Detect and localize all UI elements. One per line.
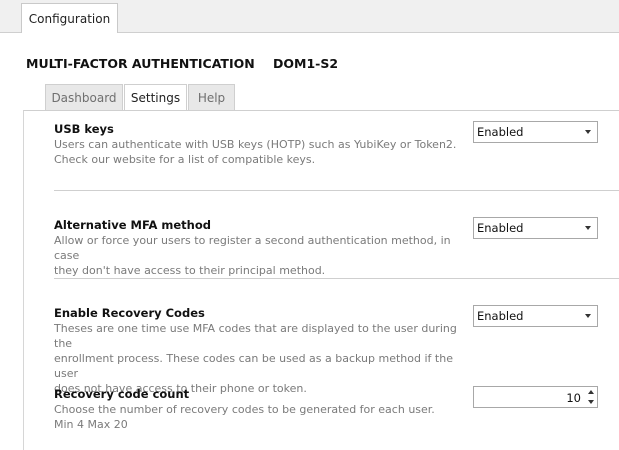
setting-alternative-mfa-desc-line-2: they don't have access to their principa… <box>54 264 326 277</box>
chevron-down-icon <box>585 130 591 134</box>
tab-settings[interactable]: Settings <box>124 84 187 112</box>
chevron-down-icon <box>585 226 591 230</box>
setting-recovery-codes-title: Enable Recovery Codes <box>54 306 205 320</box>
stepper-up-icon[interactable] <box>588 390 594 394</box>
setting-usb-keys-desc-line-2: Check our website for a list of compatib… <box>54 153 316 166</box>
setting-recovery-codes: Enable Recovery Codes Theses are one tim… <box>54 306 474 396</box>
setting-alternative-mfa-desc-line-1: Allow or force your users to register a … <box>54 234 451 262</box>
settings-content: USB keys Users can authenticate with USB… <box>23 110 619 450</box>
recovery-codes-select[interactable]: Enabled <box>473 305 598 327</box>
alternative-mfa-select-value: Enabled <box>477 221 524 235</box>
stepper-down-icon[interactable] <box>588 400 594 404</box>
recovery-code-count-value: 10 <box>566 391 581 405</box>
page-title-text: MULTI-FACTOR AUTHENTICATION <box>26 56 255 71</box>
setting-usb-keys: USB keys Users can authenticate with USB… <box>54 122 474 167</box>
recovery-codes-select-value: Enabled <box>477 309 524 323</box>
server-name: DOM1-S2 <box>273 56 339 71</box>
section-divider <box>54 278 619 279</box>
usb-keys-select-value: Enabled <box>477 125 524 139</box>
chevron-down-icon <box>585 314 591 318</box>
setting-recovery-code-count-title: Recovery code count <box>54 387 190 401</box>
page-title: MULTI-FACTOR AUTHENTICATION DOM1-S2 <box>26 56 338 71</box>
tab-help[interactable]: Help <box>188 84 235 111</box>
usb-keys-select[interactable]: Enabled <box>473 121 598 143</box>
setting-recovery-code-count-desc-line-2: Min 4 Max 20 <box>54 418 128 431</box>
setting-usb-keys-desc-line-1: Users can authenticate with USB keys (HO… <box>54 138 457 151</box>
setting-usb-keys-title: USB keys <box>54 122 114 136</box>
top-tab-strip: Configuration <box>0 0 619 34</box>
section-divider <box>54 190 619 191</box>
setting-alternative-mfa: Alternative MFA method Allow or force yo… <box>54 218 474 278</box>
setting-recovery-codes-desc-line-2: enrollment process. These codes can be u… <box>54 352 453 380</box>
setting-recovery-code-count: Recovery code count Choose the number of… <box>54 387 474 432</box>
tab-dashboard[interactable]: Dashboard <box>45 84 123 111</box>
recovery-code-count-stepper[interactable]: 10 <box>473 386 598 408</box>
alternative-mfa-select[interactable]: Enabled <box>473 217 598 239</box>
setting-recovery-code-count-desc-line-1: Choose the number of recovery codes to b… <box>54 403 435 416</box>
setting-recovery-codes-desc-line-1: Theses are one time use MFA codes that a… <box>54 322 457 350</box>
tab-configuration[interactable]: Configuration <box>21 3 118 34</box>
setting-alternative-mfa-title: Alternative MFA method <box>54 218 211 232</box>
